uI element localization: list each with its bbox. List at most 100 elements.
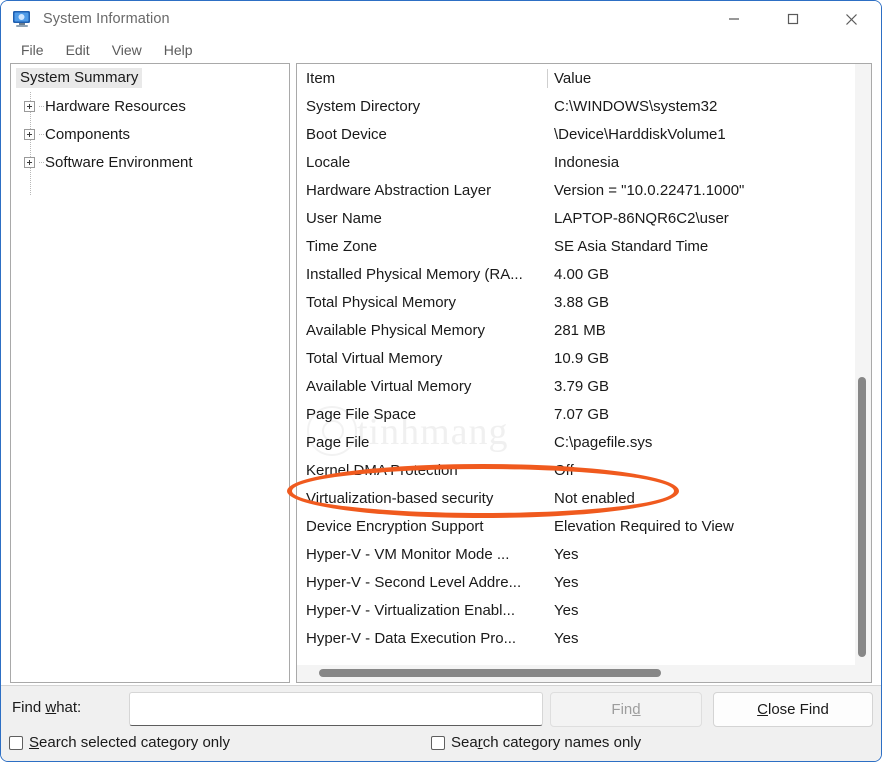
tree-item-system-summary[interactable]: System Summary <box>11 64 289 92</box>
detail-rows: System Directory C:\WINDOWS\system32 Boot … <box>297 92 855 652</box>
close-button-suffix: lose Find <box>767 701 829 718</box>
close-find-button[interactable]: Close Find <box>713 692 873 727</box>
cell-value: 3.88 GB <box>554 293 610 311</box>
find-label-accel: w <box>45 699 57 716</box>
title-bar: System Information <box>1 1 881 37</box>
chk-right-prefix: Sea <box>451 734 478 751</box>
cell-value: 281 MB <box>554 321 606 339</box>
menu-item-view[interactable]: View <box>101 40 153 60</box>
column-header-item: Item <box>306 69 336 87</box>
table-row[interactable]: Boot Device \Device\HarddiskVolume1 <box>297 120 855 148</box>
chk-left-accel: S <box>29 734 40 751</box>
cell-value: Off <box>554 461 574 479</box>
close-icon[interactable] <box>822 1 881 37</box>
cell-item: Hardware Abstraction Layer <box>306 181 492 199</box>
cell-item: Installed Physical Memory (RA... <box>306 265 523 283</box>
cell-value: SE Asia Standard Time <box>554 237 709 255</box>
detail-viewport: tinhmang Item Value System Directory C:\W… <box>297 64 855 665</box>
tree-item-hardware-resources[interactable]: Hardware Resources <box>11 92 289 120</box>
vertical-scrollbar-thumb[interactable] <box>858 377 866 657</box>
table-row[interactable]: Hyper-V - VM Monitor Mode ... Yes <box>297 540 855 568</box>
cell-item: Locale <box>306 153 351 171</box>
cell-item: Available Physical Memory <box>306 321 485 339</box>
cell-value: Elevation Required to View <box>554 517 734 535</box>
table-row[interactable]: Total Physical Memory 3.88 GB <box>297 288 855 316</box>
close-button-accel: C <box>757 701 768 718</box>
cell-item: Total Physical Memory <box>306 293 457 311</box>
table-row[interactable]: Locale Indonesia <box>297 148 855 176</box>
cell-value: Yes <box>554 629 579 647</box>
tree-item-software-environment[interactable]: Software Environment <box>11 148 289 176</box>
table-row[interactable]: Hyper-V - Data Execution Pro... Yes <box>297 624 855 652</box>
table-row[interactable]: Page File C:\pagefile.sys <box>297 428 855 456</box>
cell-value: 7.07 GB <box>554 405 610 423</box>
table-row[interactable]: Installed Physical Memory (RA... 4.00 GB <box>297 260 855 288</box>
tree-item-label: System Summary <box>16 68 143 88</box>
find-what-label: Find what: <box>12 699 81 716</box>
cell-item: Available Virtual Memory <box>306 377 472 395</box>
chk-left-suffix: earch selected category only <box>39 734 230 751</box>
checkbox-label: Search selected category only <box>29 734 230 751</box>
table-row[interactable]: Hardware Abstraction Layer Version = "10.… <box>297 176 855 204</box>
tree-dash <box>39 105 44 107</box>
window-title: System Information <box>43 11 170 27</box>
table-row[interactable]: Total Virtual Memory 10.9 GB <box>297 344 855 372</box>
computer-monitor-icon <box>12 10 34 28</box>
maximize-icon[interactable] <box>763 1 822 37</box>
search-selected-category-checkbox-row[interactable]: Search selected category only <box>9 734 230 751</box>
search-category-names-checkbox-row[interactable]: Search category names only <box>431 734 641 751</box>
cell-value: Indonesia <box>554 153 620 171</box>
tree-item-label: Software Environment <box>45 153 193 171</box>
menu-item-help[interactable]: Help <box>153 40 204 60</box>
tree-item-label: Hardware Resources <box>45 97 186 115</box>
detail-list-panel: tinhmang Item Value System Directory C:\W… <box>296 63 872 683</box>
scrollbar-corner <box>855 665 871 682</box>
cell-item: Total Virtual Memory <box>306 349 443 367</box>
cell-value: Yes <box>554 545 579 563</box>
menu-item-edit[interactable]: Edit <box>55 40 101 60</box>
table-row[interactable]: Available Physical Memory 281 MB <box>297 316 855 344</box>
find-input[interactable] <box>129 692 543 726</box>
cell-value: \Device\HarddiskVolume1 <box>554 125 726 143</box>
menu-item-file[interactable]: File <box>10 40 55 60</box>
expand-plus-icon[interactable] <box>24 156 35 168</box>
table-row[interactable]: Virtualization-based security Not enabled <box>297 484 855 512</box>
cell-value: Yes <box>554 601 579 619</box>
minimize-icon[interactable] <box>704 1 763 37</box>
tree-item-components[interactable]: Components <box>11 120 289 148</box>
table-row[interactable]: Time Zone SE Asia Standard Time <box>297 232 855 260</box>
expand-plus-icon[interactable] <box>24 128 35 140</box>
table-row[interactable]: User Name LAPTOP-86NQR6C2\user <box>297 204 855 232</box>
table-row[interactable]: System Directory C:\WINDOWS\system32 <box>297 92 855 120</box>
table-row[interactable]: Available Virtual Memory 3.79 GB <box>297 372 855 400</box>
horizontal-scrollbar[interactable] <box>297 665 855 682</box>
expand-plus-icon[interactable] <box>24 100 35 112</box>
table-row[interactable]: Kernel DMA Protection Off <box>297 456 855 484</box>
cell-item: Page File Space <box>306 405 417 423</box>
cell-value: 10.9 GB <box>554 349 610 367</box>
cell-item: Hyper-V - Virtualization Enabl... <box>306 601 515 619</box>
find-label-suffix: hat: <box>56 699 82 716</box>
cell-value: 4.00 GB <box>554 265 610 283</box>
column-header-row: Item Value <box>297 64 855 92</box>
table-row[interactable]: Device Encryption Support Elevation Requi… <box>297 512 855 540</box>
table-row[interactable]: Hyper-V - Second Level Addre... Yes <box>297 568 855 596</box>
menu-bar: File Edit View Help <box>1 37 881 63</box>
table-row[interactable]: Page File Space 7.07 GB <box>297 400 855 428</box>
system-information-window: System Information File Edit View Help S… <box>0 0 882 762</box>
cell-item: Time Zone <box>306 237 378 255</box>
checkbox-icon[interactable] <box>9 735 23 750</box>
table-row[interactable]: Hyper-V - Virtualization Enabl... Yes <box>297 596 855 624</box>
horizontal-scrollbar-thumb[interactable] <box>319 669 661 677</box>
cell-item: Hyper-V - Data Execution Pro... <box>306 629 517 647</box>
cell-item: Page File <box>306 433 370 451</box>
find-button-accel: d <box>632 701 641 718</box>
find-button[interactable]: Fin d <box>550 692 702 727</box>
checkbox-icon[interactable] <box>431 735 445 750</box>
cell-item: Hyper-V - VM Monitor Mode ... <box>306 545 510 563</box>
column-header-value: Value <box>554 69 592 87</box>
cell-value: Version = "10.0.22471.1000" <box>554 181 745 199</box>
cell-item: User Name <box>306 209 382 227</box>
vertical-scrollbar[interactable] <box>855 64 871 665</box>
column-divider[interactable] <box>547 69 548 88</box>
